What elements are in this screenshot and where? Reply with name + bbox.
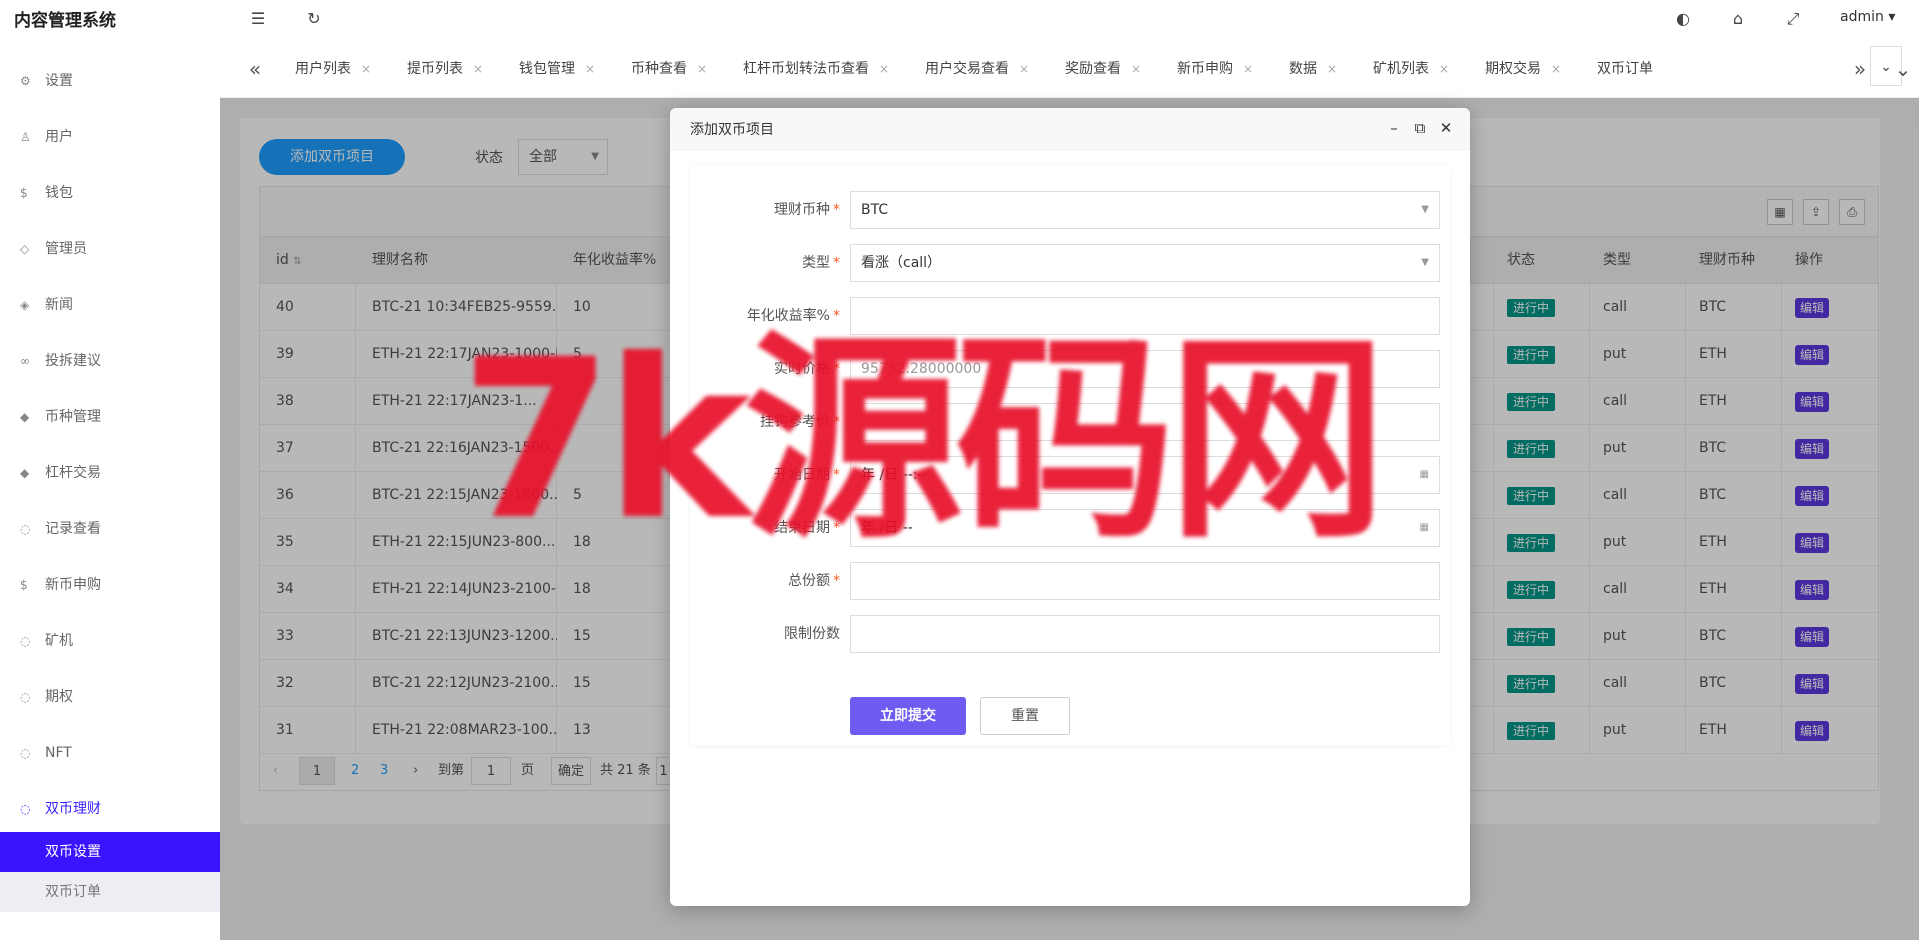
tab-data[interactable]: 数据 × <box>1289 54 1337 84</box>
tab-new-coin[interactable]: 新币申购 × <box>1177 54 1253 84</box>
coin-select[interactable]: BTC ▼ <box>850 191 1440 229</box>
calendar-icon[interactable]: ▦ <box>1420 457 1429 493</box>
sidebar-item-label: 管理员 <box>45 241 87 257</box>
circle-icon: ◌ <box>20 802 31 816</box>
caret-down-icon: ▼ <box>1421 257 1429 268</box>
sidebar-item-label: 新币申购 <box>45 577 101 593</box>
sidebar-item-label: 期权 <box>45 689 73 705</box>
submit-button[interactable]: 立即提交 <box>850 697 966 735</box>
sidebar-item-label: NFT <box>45 745 72 761</box>
close-icon[interactable]: × <box>361 62 371 76</box>
close-icon[interactable]: × <box>1551 62 1561 76</box>
tab-menu-chevron-down-icon[interactable]: ⌄ <box>1888 52 1918 86</box>
sidebar-item-coins[interactable]: ◆ 币种管理 <box>0 389 220 445</box>
close-icon[interactable]: × <box>879 62 889 76</box>
sidebar-item-label: 矿机 <box>45 633 73 649</box>
calendar-icon[interactable]: ▦ <box>1420 510 1429 546</box>
tag-icon: ◈ <box>20 298 30 312</box>
tab-rewards[interactable]: 奖励查看 × <box>1065 54 1141 84</box>
sidebar-item-feedback[interactable]: ∞ 投拆建议 <box>0 333 220 389</box>
sidebar-item-admin[interactable]: ◇ 管理员 <box>0 221 220 277</box>
refresh-icon[interactable]: ↻ <box>303 8 325 30</box>
user-menu[interactable]: admin ▾ <box>1840 9 1895 25</box>
top-header: 内容管理系统 ☰ ↻ ◐ ⌂ ⤢ admin ▾ <box>0 0 1919 38</box>
sidebar-item-nft[interactable]: ◌ NFT <box>0 725 220 781</box>
sidebar-item-miner[interactable]: ◌ 矿机 <box>0 613 220 669</box>
user-icon: ♙ <box>20 130 31 144</box>
tab-user-trades[interactable]: 用户交易查看 × <box>925 54 1029 84</box>
close-icon[interactable]: × <box>585 62 595 76</box>
dialog-title: 添加双币项目 <box>690 122 774 138</box>
sidebar-item-label: 记录查看 <box>45 521 101 537</box>
field-label-coin: 理财币种 * <box>774 202 840 218</box>
dialog-header: 添加双币项目 – ⧉ ✕ <box>670 108 1470 150</box>
link-icon: ∞ <box>20 354 30 368</box>
sidebar-item-label: 用户 <box>45 129 73 145</box>
close-icon[interactable]: × <box>1439 62 1449 76</box>
circle-icon: ◌ <box>20 690 31 704</box>
close-icon[interactable]: × <box>697 62 707 76</box>
sidebar-item-news[interactable]: ◈ 新闻 <box>0 277 220 333</box>
type-select[interactable]: 看涨（call） ▼ <box>850 244 1440 282</box>
sidebar-item-label: 投拆建议 <box>45 353 101 369</box>
close-icon[interactable]: × <box>1327 62 1337 76</box>
sidebar-item-ipo[interactable]: $ 新币申购 <box>0 557 220 613</box>
menu-fold-icon[interactable]: ☰ <box>247 8 269 30</box>
sidebar-item-wallet[interactable]: $ 钱包 <box>0 165 220 221</box>
sidebar-item-label: 钱包 <box>45 185 73 201</box>
field-label-limit-shares: 限制份数 <box>784 626 840 642</box>
watermark-logo: 7k源码网 <box>460 312 1387 568</box>
caret-down-icon: ▼ <box>1421 204 1429 215</box>
close-icon[interactable]: × <box>1019 62 1029 76</box>
sidebar-item-options[interactable]: ◌ 期权 <box>0 669 220 725</box>
sidebar-subitem-dual-settings[interactable]: 双币设置 <box>0 832 220 872</box>
tab-options-trade[interactable]: 期权交易 × <box>1485 54 1561 84</box>
circle-icon: ◌ <box>20 634 31 648</box>
tab-leverage-transfer[interactable]: 杠杆币划转法币查看 × <box>743 54 889 84</box>
sidebar: ⚙ 设置 ♙ 用户 $ 钱包 ◇ 管理员 ◈ 新闻 ∞ 投拆建议 ◆ 币种管理 ◆ 杠杆交易 ◌… <box>0 38 220 940</box>
close-icon[interactable]: × <box>1131 62 1141 76</box>
fullscreen-icon[interactable]: ⤢ <box>1782 8 1804 30</box>
tab-coin-view[interactable]: 币种查看 × <box>631 54 707 84</box>
diamond-icon: ◆ <box>20 466 30 480</box>
app-title: 内容管理系统 <box>14 11 116 31</box>
sidebar-item-label: 设置 <box>45 73 73 89</box>
sidebar-item-label: 杠杆交易 <box>45 465 101 481</box>
diamond-icon: ◆ <box>20 410 30 424</box>
tab-scroll-left-icon[interactable]: « <box>240 52 270 86</box>
reset-button[interactable]: 重置 <box>980 697 1070 735</box>
theme-icon[interactable]: ◐ <box>1672 8 1694 30</box>
sidebar-item-label: 币种管理 <box>45 409 101 425</box>
tab-dual-orders[interactable]: 双币订单 <box>1597 54 1869 84</box>
dollar-icon: $ <box>20 186 28 200</box>
close-icon[interactable]: × <box>1243 62 1253 76</box>
sidebar-item-users[interactable]: ♙ 用户 <box>0 109 220 165</box>
tab-user-list[interactable]: 用户列表 × <box>295 54 371 84</box>
sidebar-item-settings[interactable]: ⚙ 设置 <box>0 53 220 109</box>
sidebar-item-label: 新闻 <box>45 297 73 313</box>
maximize-icon[interactable]: ⧉ <box>1410 118 1430 138</box>
tab-withdraw-list[interactable]: 提币列表 × <box>407 54 483 84</box>
tag-icon[interactable]: ⌂ <box>1727 8 1749 30</box>
sidebar-item-label: 双币理财 <box>45 801 101 817</box>
tab-scroll-right-icon[interactable]: » <box>1845 52 1875 86</box>
sidebar-item-leverage[interactable]: ◆ 杠杆交易 <box>0 445 220 501</box>
tab-miner-list[interactable]: 矿机列表 × <box>1373 54 1449 84</box>
field-label-type: 类型 * <box>802 255 840 271</box>
gear-icon: ⚙ <box>20 74 31 88</box>
close-icon[interactable]: × <box>473 62 483 76</box>
close-icon[interactable]: ✕ <box>1436 118 1456 138</box>
sidebar-item-dual-currency[interactable]: ◌ 双币理财 <box>0 781 220 837</box>
circle-icon: ◌ <box>20 522 31 536</box>
circle-icon: ◌ <box>20 746 31 760</box>
tab-wallet-manage[interactable]: 钱包管理 × <box>519 54 595 84</box>
sidebar-item-records[interactable]: ◌ 记录查看 <box>0 501 220 557</box>
tab-bar: « 用户列表 × 提币列表 × 钱包管理 × 币种查看 × 杠杆币划转法币查看 × 用户交… <box>220 38 1919 98</box>
dollar-icon: $ <box>20 578 28 592</box>
sidebar-subitem-dual-orders[interactable]: 双币订单 <box>0 872 220 912</box>
limit-shares-input[interactable] <box>850 615 1440 653</box>
shield-icon: ◇ <box>20 242 30 256</box>
minimize-icon[interactable]: – <box>1384 118 1404 138</box>
